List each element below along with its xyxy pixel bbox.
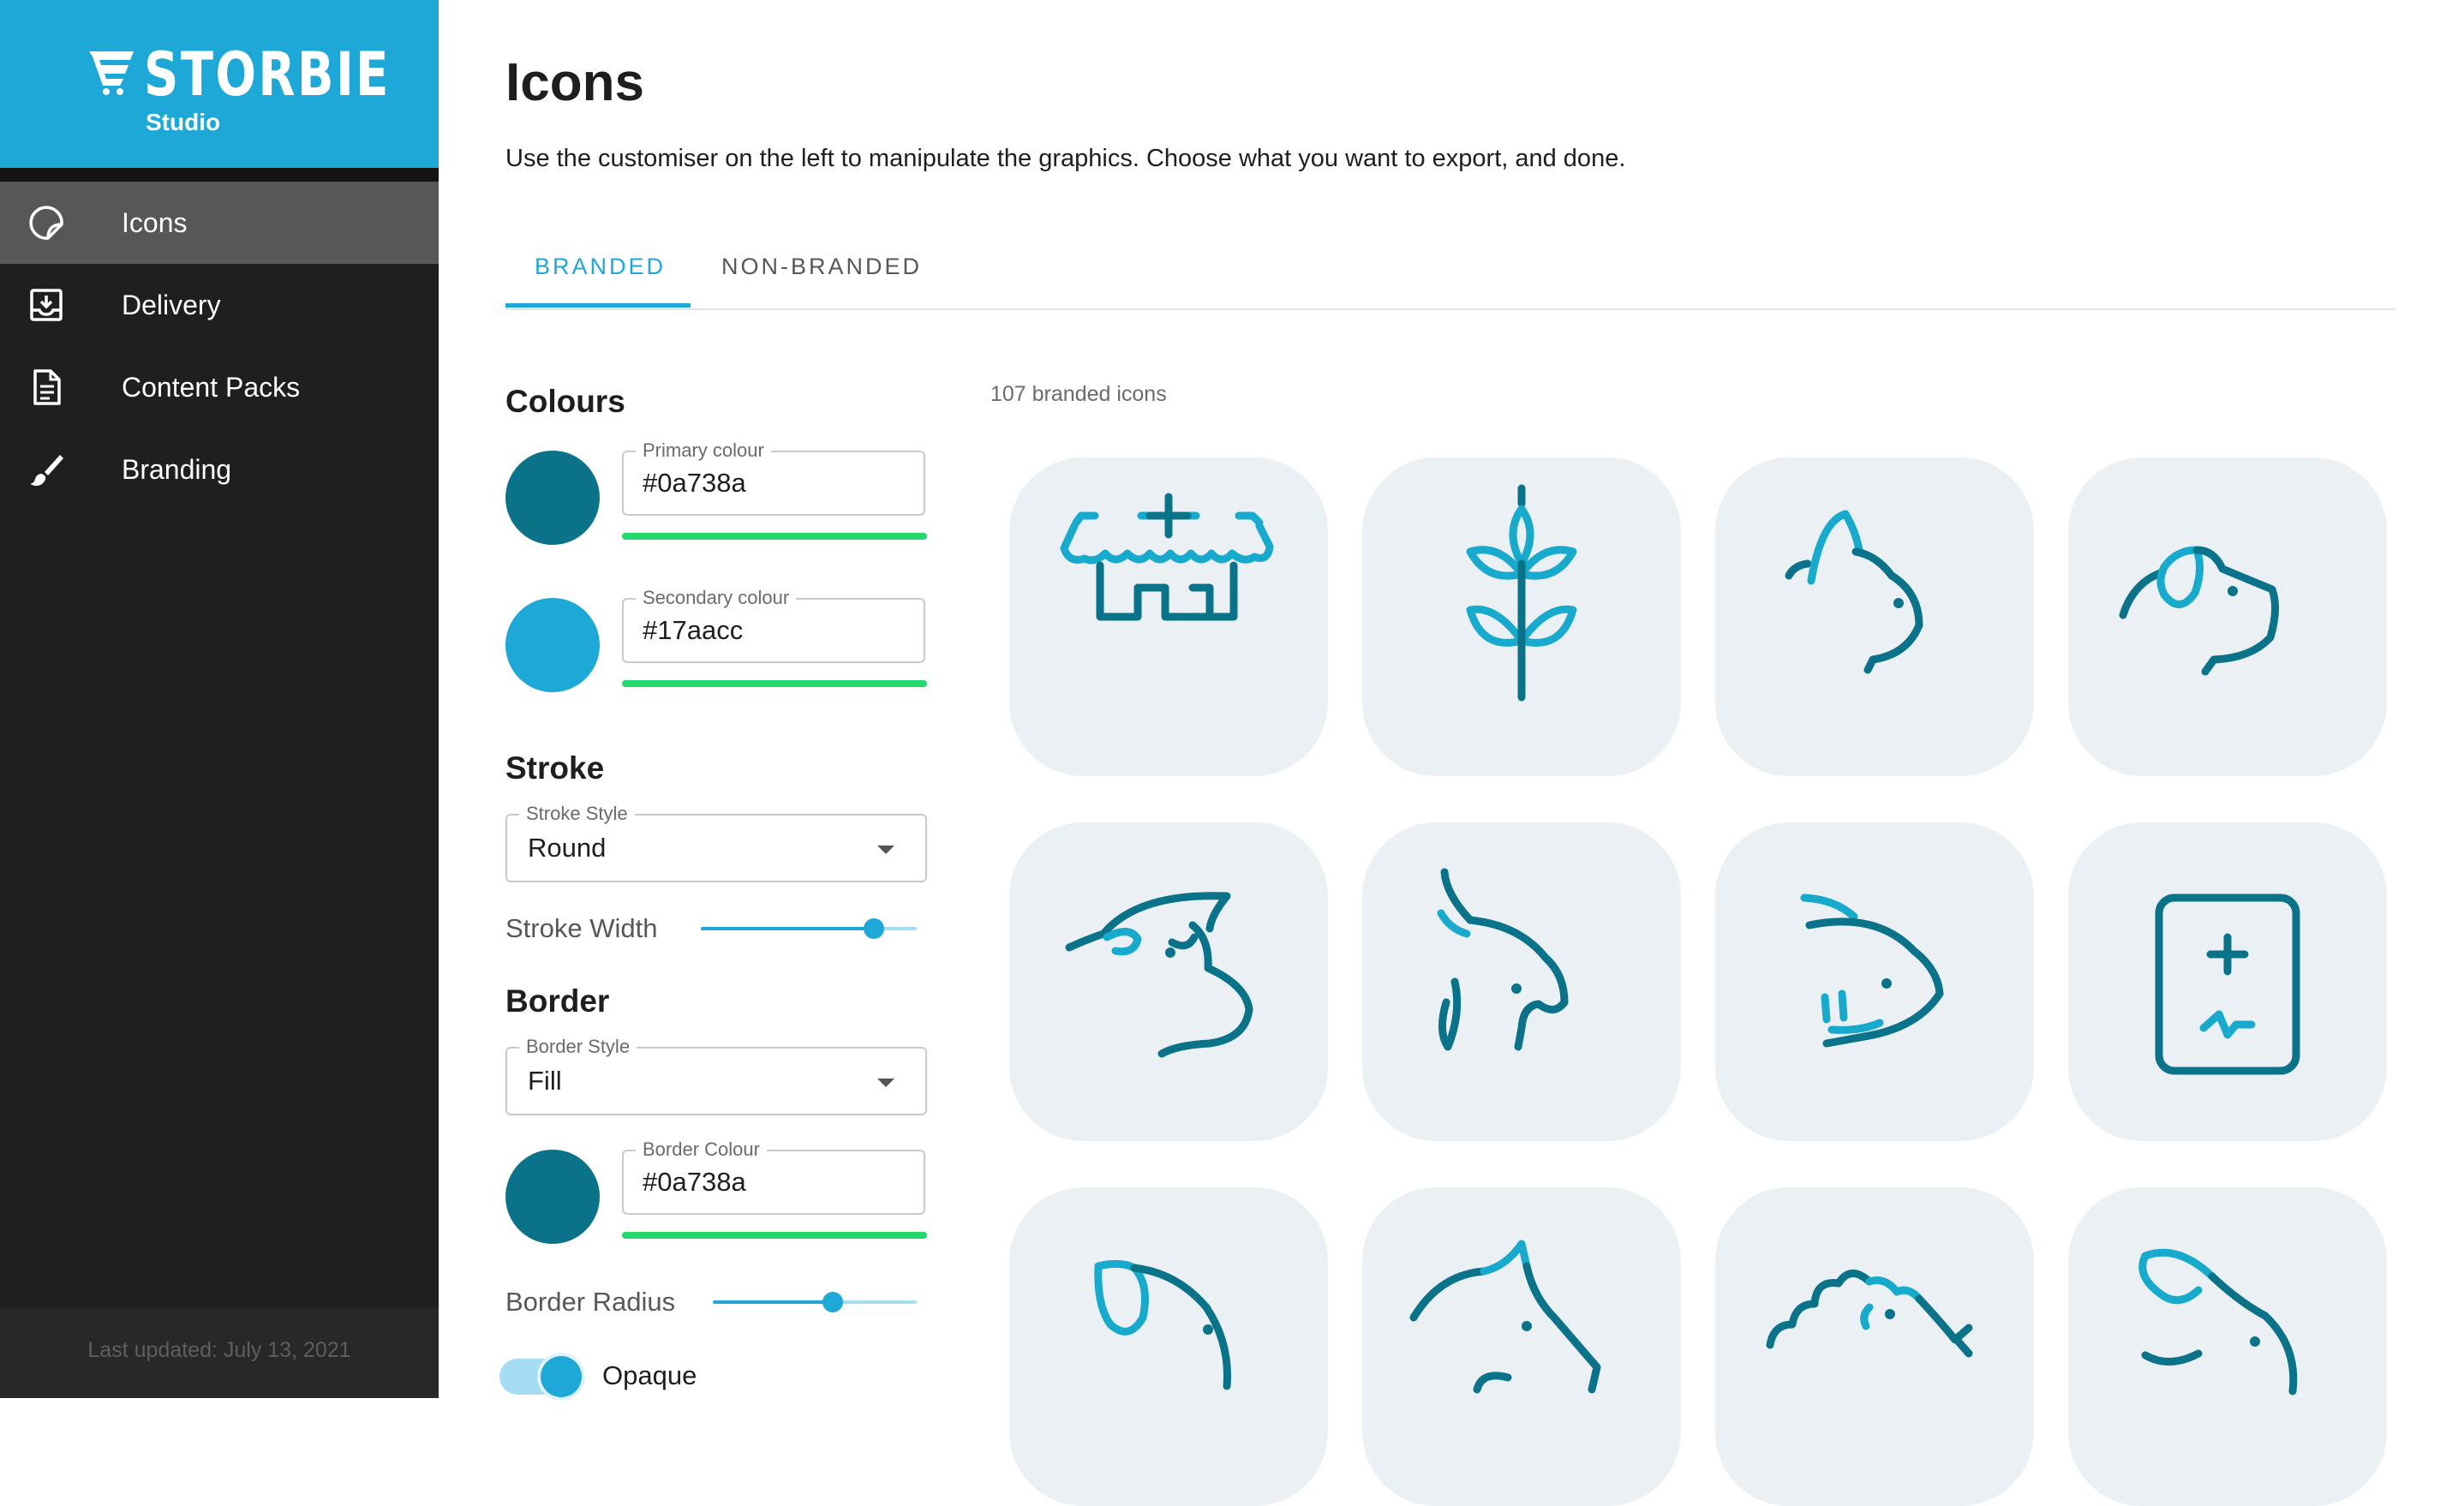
icon-tile[interactable] [1362,822,1681,1141]
sidebar-item-icons[interactable]: Icons [0,182,439,264]
select-value: Round [528,833,607,863]
wheat-icon [1466,484,1577,702]
sidebar-item-delivery[interactable]: Delivery [0,264,439,346]
border-radius-label: Border Radius [505,1287,676,1317]
icon-tile[interactable] [1715,1187,2034,1506]
stroke-style-select[interactable]: Stroke Style Round [505,803,927,882]
page-title: Icons [505,53,644,112]
icon-tile[interactable] [1362,1187,1681,1506]
tab-non-branded[interactable]: NON-BRANDED [721,254,922,280]
document-icon [33,369,61,405]
icon-count-text: 107 branded icons [990,382,1167,406]
opaque-toggle[interactable] [499,1356,582,1397]
colours-heading: Colours [505,384,625,419]
bird-icon [1437,868,1569,1051]
slider-thumb[interactable] [822,1292,844,1312]
field-value: #0a738a [643,468,746,498]
sticker-icon [29,206,63,240]
store-icon [1060,493,1274,621]
storbie-cart-logo [89,51,134,95]
medical-tablet-icon [2155,893,2300,1075]
field-value: #17aacc [643,615,744,645]
bull-icon [1065,892,1253,1058]
stroke-width-slider[interactable] [701,918,917,939]
horse-icon [1409,1240,1601,1394]
brand-divider [0,168,439,182]
tab-bar: BRANDED NON-BRANDED [505,240,2395,310]
hedgehog-icon [1766,1270,1973,1358]
border-radius-slider[interactable] [713,1292,917,1312]
field-value: #0a738a [643,1167,746,1197]
sidebar-item-label: Content Packs [122,372,301,403]
toggle-thumb [541,1356,582,1397]
icon-tile[interactable] [1362,457,1681,776]
icon-tile[interactable] [1009,457,1328,776]
icon-tile[interactable] [2068,1187,2387,1506]
sidebar: STORBIE Studio Icons Delivery Content Pa… [0,0,439,1398]
border-colour-valid-bar [622,1232,927,1239]
select-label: Stroke Style [519,803,635,825]
brand-header[interactable]: STORBIE Studio [0,0,439,168]
secondary-colour-field[interactable]: Secondary colour #17aacc [622,587,925,663]
brush-icon [30,455,63,487]
brand-name: STORBIE [144,39,391,110]
fish-icon [1800,893,1944,1048]
sidebar-item-label: Delivery [122,290,221,320]
chevron-down-icon [877,1079,894,1087]
secondary-colour-valid-bar [622,680,927,687]
icon-tile[interactable] [1009,1187,1328,1506]
dog-icon [2119,546,2279,676]
border-heading: Border [505,983,610,1019]
page-description: Use the customiser on the left to manipu… [505,145,1626,172]
select-value: Fill [528,1066,562,1096]
chevron-down-icon [877,846,894,854]
sidebar-footer: Last updated: July 13, 2021 [0,1307,439,1398]
rabbit-icon [2138,1248,2298,1395]
inbox-download-icon [30,289,63,321]
field-label: Border Colour [636,1138,767,1161]
tab-branded[interactable]: BRANDED [535,254,666,280]
icon-tile[interactable] [1715,822,2034,1141]
puppy-icon [1094,1259,1231,1390]
sidebar-item-branding[interactable]: Branding [0,428,439,511]
slider-fill [701,927,874,930]
sidebar-item-content-packs[interactable]: Content Packs [0,346,439,428]
slider-thumb[interactable] [863,918,884,939]
primary-colour-swatch[interactable] [505,451,600,545]
icon-tile[interactable] [2068,822,2387,1141]
sidebar-item-label: Icons [122,207,188,238]
border-colour-swatch[interactable] [505,1150,600,1244]
primary-colour-valid-bar [622,533,927,540]
stroke-heading: Stroke [505,750,605,786]
active-tab-indicator [505,303,691,308]
cat-icon [1785,510,1923,674]
icon-tile[interactable] [1009,822,1328,1141]
opaque-label: Opaque [602,1360,697,1390]
select-label: Border Style [519,1036,637,1058]
stroke-width-label: Stroke Width [505,913,658,943]
field-label: Primary colour [636,439,771,462]
field-label: Secondary colour [636,587,797,609]
slider-fill [713,1300,834,1304]
brand-subtitle: Studio [146,109,221,135]
last-updated-text: Last updated: July 13, 2021 [87,1338,351,1362]
icon-tile[interactable] [1715,457,2034,776]
icon-tile[interactable] [2068,457,2387,776]
border-style-select[interactable]: Border Style Fill [505,1036,927,1115]
primary-colour-field[interactable]: Primary colour #0a738a [622,439,925,516]
border-colour-field[interactable]: Border Colour #0a738a [622,1138,925,1215]
sidebar-item-label: Branding [122,454,232,485]
secondary-colour-swatch[interactable] [505,598,600,692]
sidebar-nav: Icons Delivery Content Packs Branding [0,182,439,511]
